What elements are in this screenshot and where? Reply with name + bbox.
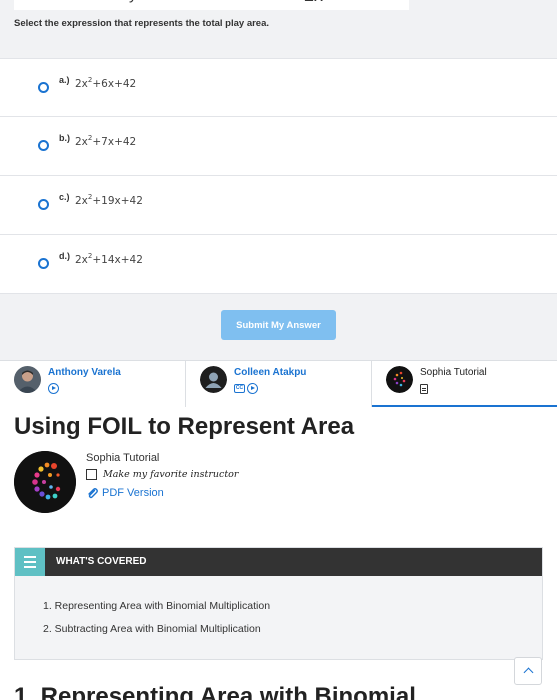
- radio-icon[interactable]: [38, 199, 49, 210]
- tutor-name: Colleen Atakpu: [234, 367, 307, 378]
- option-c[interactable]: c.) 2x2+19x+42: [0, 176, 557, 235]
- covered-list: 1. Representing Area with Binomial Multi…: [15, 576, 542, 659]
- whats-covered-title: WHAT'S COVERED: [56, 556, 147, 567]
- figure-label-2x: 2x: [304, 0, 323, 6]
- favorite-label: Make my favorite instructor: [103, 469, 239, 480]
- option-letter: c.): [59, 192, 70, 202]
- scroll-to-top-button[interactable]: [514, 657, 542, 685]
- radio-icon[interactable]: [38, 258, 49, 269]
- question-text: Select the expression that represents th…: [14, 18, 270, 29]
- tutor-tabs: Anthony Varela Colleen Atakpu CC Sophia …: [0, 360, 557, 407]
- tab-tutor-colleen-atakpu[interactable]: Colleen Atakpu CC: [186, 361, 372, 407]
- author-name: Sophia Tutorial: [86, 452, 160, 464]
- tutor-name: Anthony Varela: [48, 367, 121, 378]
- option-expression: 2x2+14x+42: [75, 252, 143, 266]
- favorite-checkbox[interactable]: [86, 469, 97, 480]
- figure-label-y: y: [129, 0, 137, 4]
- option-expression: 2x2+7x+42: [75, 134, 137, 148]
- option-expression: 2x2+6x+42: [75, 76, 137, 90]
- list-item: 1. Representing Area with Binomial Multi…: [43, 600, 271, 612]
- submit-answer-button[interactable]: Submit My Answer: [221, 310, 336, 340]
- option-b[interactable]: b.) 2x2+7x+42: [0, 117, 557, 176]
- play-icon[interactable]: [247, 383, 258, 394]
- option-a[interactable]: a.) 2x2+6x+42: [0, 58, 557, 117]
- whats-covered-box: WHAT'S COVERED 1. Representing Area with…: [14, 547, 543, 660]
- avatar: [200, 366, 227, 393]
- pdf-version-label: PDF Version: [102, 487, 164, 499]
- favorite-instructor-toggle[interactable]: Make my favorite instructor: [86, 469, 238, 480]
- area-figure: y 2x: [14, 0, 409, 10]
- page-title: Using FOIL to Represent Area: [14, 413, 355, 440]
- radio-icon[interactable]: [38, 82, 49, 93]
- option-letter: d.): [59, 251, 70, 261]
- list-item: 2. Subtracting Area with Binomial Multip…: [43, 623, 261, 635]
- question-header: y 2x Select the expression that represen…: [0, 0, 557, 58]
- document-icon[interactable]: [420, 384, 428, 394]
- sophia-logo-icon: [14, 451, 76, 513]
- option-letter: a.): [59, 75, 70, 85]
- submit-area: Submit My Answer: [0, 295, 557, 360]
- pdf-version-link[interactable]: PDF Version: [86, 487, 164, 499]
- avatar: [14, 366, 41, 393]
- option-expression: 2x2+19x+42: [75, 193, 143, 207]
- lesson-content: Using FOIL to Represent Area Sophia Tuto…: [0, 407, 557, 700]
- option-letter: b.): [59, 133, 70, 143]
- list-icon: [15, 548, 45, 576]
- cc-icon[interactable]: CC: [234, 384, 245, 393]
- tab-tutor-anthony-varela[interactable]: Anthony Varela: [0, 361, 186, 407]
- tutor-name: Sophia Tutorial: [420, 367, 487, 378]
- answer-options: a.) 2x2+6x+42 b.) 2x2+7x+42 c.) 2x2+19x+…: [0, 58, 557, 294]
- sophia-logo-icon: [386, 366, 413, 393]
- radio-icon[interactable]: [38, 140, 49, 151]
- paperclip-icon: [88, 488, 98, 499]
- play-icon[interactable]: [48, 383, 59, 394]
- option-d[interactable]: d.) 2x2+14x+42: [0, 235, 557, 294]
- tab-tutor-sophia-tutorial[interactable]: Sophia Tutorial: [372, 361, 557, 407]
- section-heading: 1. Representing Area with Binomial: [14, 683, 416, 700]
- whats-covered-header: WHAT'S COVERED: [15, 548, 542, 576]
